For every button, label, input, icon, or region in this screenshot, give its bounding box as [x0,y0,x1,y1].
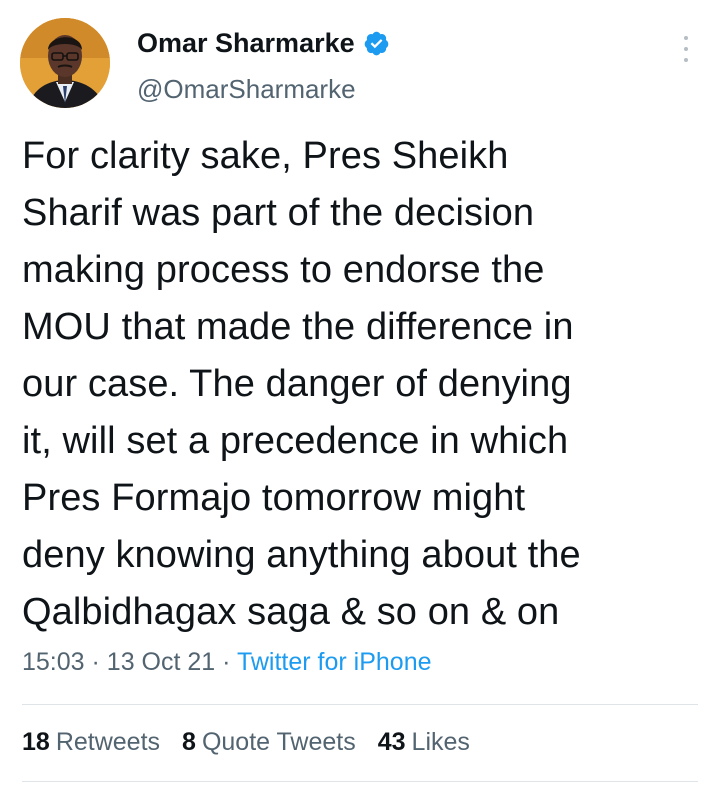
divider [22,781,698,782]
tweet-card: Omar Sharmarke @OmarSharmarke For clarit… [0,0,720,801]
tweet-line: it, will set a precedence in which [22,420,569,462]
likes-label: Likes [411,728,470,756]
tweet-line: Qalbidhagax saga & so on & on [22,591,560,633]
tweet-line: Sharif was part of the decision [22,192,535,234]
divider [22,704,698,705]
meta-separator: · [91,648,107,676]
tweet-line: making process to endorse the [22,249,545,291]
likes-stat[interactable]: 43 Likes [378,728,470,757]
author-handle[interactable]: @OmarSharmarke [137,74,356,105]
quote-tweets-label: Quote Tweets [201,728,356,756]
tweet-line: MOU that made the difference in [22,306,574,348]
tweet-date[interactable]: 13 Oct 21 [107,648,215,676]
tweet-line: Pres Formajo tomorrow might [22,477,526,519]
quote-tweets-stat[interactable]: 8 Quote Tweets [182,728,356,757]
likes-count: 43 [377,728,406,756]
tweet-line: deny knowing anything about the [22,534,581,576]
tweet-time[interactable]: 15:03 [22,648,85,676]
verified-badge-icon [364,31,388,56]
tweet-source-link[interactable]: Twitter for iPhone [237,648,432,676]
tweet-text: For clarity sake, Pres Sheikh Sharif was… [22,128,702,641]
retweets-count: 18 [22,728,50,756]
engagement-stats: 18 Retweets 8 Quote Tweets 43 Likes [22,728,470,757]
meta-separator: · [222,648,237,676]
retweets-label: Retweets [55,728,161,756]
tweet-meta: 15:03 · 13 Oct 21 · Twitter for iPhone [22,648,432,677]
avatar[interactable] [20,18,110,108]
more-options-icon[interactable] [676,32,696,66]
author-name-row[interactable]: Omar Sharmarke [137,28,390,59]
retweets-stat[interactable]: 18 Retweets [22,728,160,757]
quote-tweets-count: 8 [182,728,196,756]
tweet-line: For clarity sake, Pres Sheikh [22,135,509,177]
author-name[interactable]: Omar Sharmarke [137,28,355,59]
tweet-line: our case. The danger of denying [22,363,572,405]
